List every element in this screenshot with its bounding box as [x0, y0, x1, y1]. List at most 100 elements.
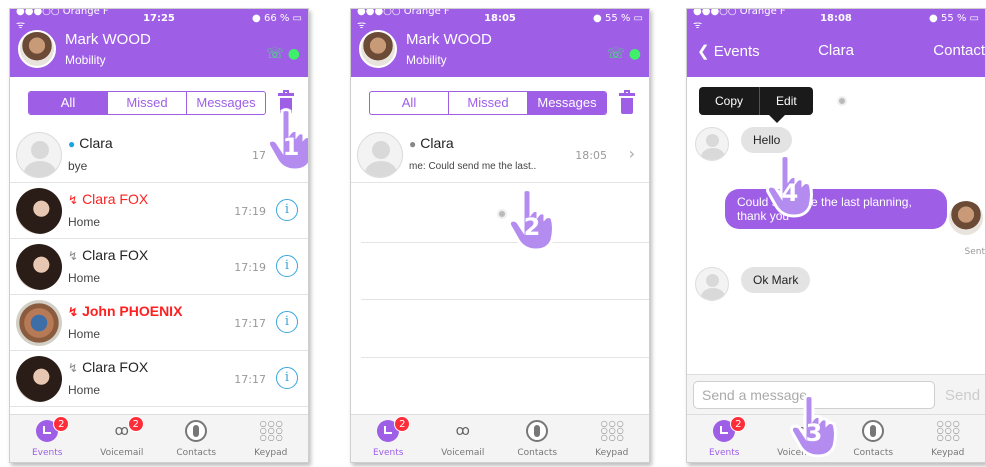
step-hand-pointer: 1 — [260, 107, 308, 172]
contact-name: Clara FOX — [82, 191, 149, 207]
contact-name: Clara FOX — [82, 359, 149, 375]
contact-avatar — [16, 356, 62, 402]
step-hand-pointer: 4 — [759, 153, 821, 218]
header-status-icons: ☏ ● — [266, 46, 300, 62]
step-number: 1 — [282, 133, 300, 161]
contact-name: Clara — [79, 135, 113, 151]
call-forward-icon: ☏ — [266, 46, 284, 62]
app-header: ●●●○○ Orange F ᯤ 18:05 ● 55 % ▭ Mark WOO… — [351, 9, 649, 77]
step-number: 3 — [805, 419, 823, 447]
event-detail: Home — [68, 327, 101, 341]
list-item[interactable]: ↯ Clara FOX Home 17:19 i — [10, 239, 308, 295]
keypad-icon: ○○○ ○○○ ○○○ — [936, 419, 961, 442]
message-bubble-in[interactable]: Ok Mark — [741, 267, 811, 293]
info-icon[interactable]: i — [276, 311, 298, 333]
list-item[interactable]: ↯ Clara FOX Home 17:19 i — [10, 183, 308, 239]
event-time: 17:17 — [234, 317, 266, 330]
header-status-icons: ☏ ● — [607, 46, 641, 62]
chevron-right-icon: › — [628, 144, 635, 163]
info-icon[interactable]: i — [276, 255, 298, 277]
missed-call-icon: ↯ — [68, 305, 79, 319]
clock: 18:08 — [820, 12, 852, 24]
tab-keypad[interactable]: ○○○ ○○○ ○○○ Keypad — [575, 415, 650, 462]
tab-voicemail[interactable]: ꝏ Voicemail — [426, 415, 501, 462]
contact-avatar — [695, 127, 729, 161]
segment-all[interactable]: All — [370, 92, 448, 114]
contact-avatar — [16, 132, 62, 178]
status-bar: ●●●○○ Orange F ᯤ 18:08 ● 55 % ▭ — [687, 9, 985, 31]
phone-events-all: ●●●○○ Orange F ᯤ 17:25 ● 66 % ▭ Mark WOO… — [9, 8, 309, 463]
voicemail-icon: ꝏ — [455, 423, 470, 439]
event-detail: Home — [68, 383, 101, 397]
contact-name: Clara — [420, 135, 454, 151]
tab-events[interactable]: 2 Events — [10, 415, 85, 462]
clock: 17:25 — [143, 12, 175, 24]
trash-icon[interactable] — [619, 89, 635, 115]
info-icon[interactable]: i — [276, 199, 298, 221]
event-detail: bye — [68, 159, 88, 173]
chat-header: ●●●○○ Orange F ᯤ 18:08 ● 55 % ▭ ❮ Events… — [687, 9, 985, 77]
list-item[interactable]: ↯ John PHOENIX Home 17:17 i — [10, 295, 308, 351]
online-lock-icon: ● — [628, 46, 641, 62]
tab-label: Events — [32, 448, 63, 458]
edit-menu-item[interactable]: Edit — [759, 87, 813, 115]
keypad-icon: ○○○ ○○○ ○○○ — [600, 419, 625, 442]
message-bubble-in[interactable]: Hello — [741, 127, 793, 153]
touch-indicator — [837, 96, 847, 106]
tab-contacts[interactable]: Contacts — [500, 415, 575, 462]
send-button[interactable]: Send — [945, 387, 980, 404]
contacts-icon — [185, 420, 208, 442]
contact-name: Clara FOX — [82, 247, 149, 263]
status-bar: ●●●○○ Orange F ᯤ 18:05 ● 55 % ▭ — [351, 9, 649, 31]
battery-indicator: ● 55 % ▭ — [929, 12, 979, 24]
avatar — [949, 201, 983, 235]
events-badge: 2 — [53, 416, 70, 432]
contact-avatar — [16, 300, 62, 346]
tab-events[interactable]: 2 Events — [687, 415, 762, 462]
battery-indicator: ● 55 % ▭ — [593, 12, 643, 24]
contact-button[interactable]: Contact — [933, 42, 985, 59]
contacts-icon — [526, 420, 549, 442]
user-name: Mark WOOD — [406, 31, 492, 48]
tab-events[interactable]: 2 Events — [351, 415, 426, 462]
step-hand-pointer: 2 — [501, 187, 563, 252]
segment-missed[interactable]: Missed — [107, 92, 186, 114]
tab-label: Keypad — [931, 448, 965, 458]
contact-avatar — [16, 188, 62, 234]
contact-name: John PHOENIX — [82, 303, 183, 319]
tab-label: Voicemail — [100, 448, 144, 458]
filter-segmented-control: All Missed Messages — [28, 91, 266, 115]
event-list: ● Clara me: Could send me the last.. 18:0… — [351, 127, 649, 183]
tab-voicemail[interactable]: ꝏ 2 Voicemail — [85, 415, 160, 462]
info-icon[interactable]: i — [276, 367, 298, 389]
chat-bubble-icon: ● — [68, 137, 76, 151]
copy-menu-item[interactable]: Copy — [699, 87, 759, 115]
tab-label: Contacts — [517, 448, 558, 458]
tab-label: Events — [373, 448, 404, 458]
segment-missed[interactable]: Missed — [448, 92, 527, 114]
contact-avatar — [16, 244, 62, 290]
missed-call-icon: ↯ — [68, 193, 79, 207]
chat-bubble-icon: ● — [409, 137, 417, 151]
segment-messages[interactable]: Messages — [186, 92, 265, 114]
segment-messages[interactable]: Messages — [527, 92, 606, 114]
tab-keypad[interactable]: ○○○ ○○○ ○○○ Keypad — [911, 415, 986, 462]
tab-contacts[interactable]: Contacts — [159, 415, 234, 462]
tab-contacts[interactable]: Contacts — [836, 415, 911, 462]
incoming-call-icon: ↯ — [68, 361, 79, 375]
context-menu: Copy Edit — [699, 87, 813, 123]
list-item[interactable]: ↯ Clara FOX Home 17:17 i — [10, 351, 308, 407]
event-detail: Home — [68, 215, 101, 229]
sent-label: Sent — [964, 247, 985, 257]
segment-all[interactable]: All — [29, 92, 107, 114]
avatar[interactable] — [359, 30, 397, 68]
step-hand-pointer: 3 — [783, 393, 845, 458]
divider — [361, 299, 649, 300]
tab-keypad[interactable]: ○○○ ○○○ ○○○ Keypad — [234, 415, 309, 462]
avatar[interactable] — [18, 30, 56, 68]
status-bar: ●●●○○ Orange F ᯤ 17:25 ● 66 % ▭ — [10, 9, 308, 31]
list-item[interactable]: ● Clara me: Could send me the last.. 18:0… — [351, 127, 649, 183]
contact-avatar — [695, 267, 729, 301]
events-badge: 2 — [730, 416, 747, 432]
event-time: 17:17 — [234, 373, 266, 386]
